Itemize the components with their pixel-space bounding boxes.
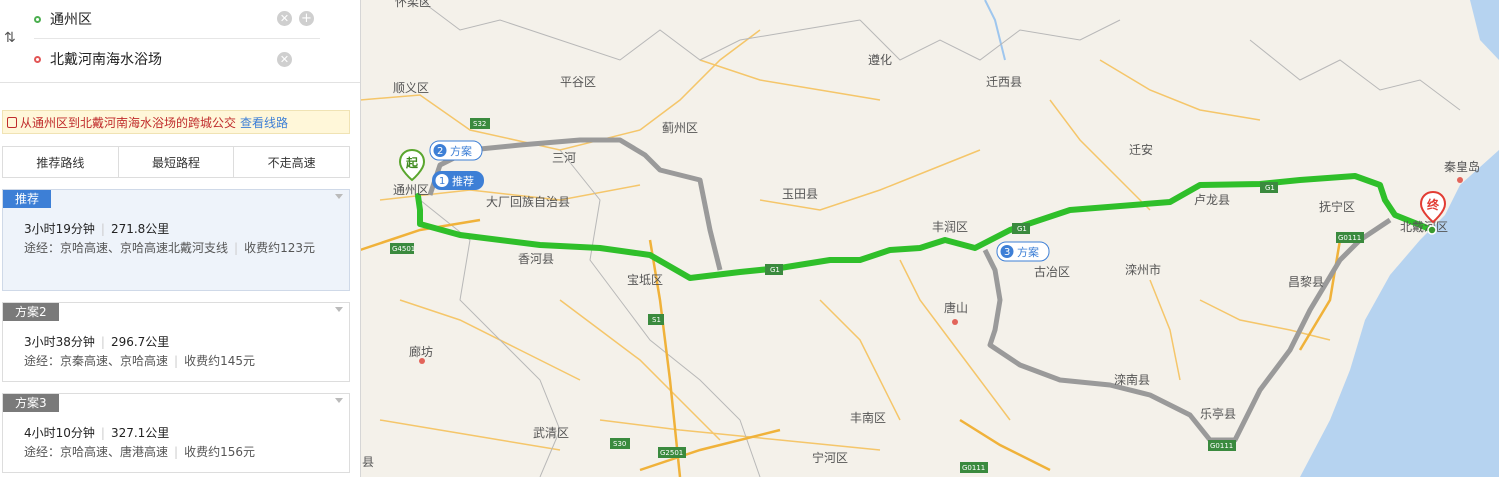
callout-number: 1 [439,176,445,187]
destination-text[interactable]: 北戴河南海水浴场 [50,49,162,69]
place-label: 宝坻区 [627,272,663,287]
callout-number: 3 [1004,247,1010,258]
clear-destination-icon[interactable]: ✕ [277,52,292,67]
place-label: 滦南县 [1114,372,1150,387]
route-via: 途经：京哈高速、京哈高速北戴河支线 [24,241,229,255]
destination-dot-icon [34,55,41,63]
expand-chevron-icon[interactable] [335,398,343,403]
expand-chevron-icon[interactable] [335,307,343,312]
place-label: 平谷区 [560,75,596,89]
route-summary: 3小时38分钟 | 296.7公里 [24,335,170,349]
directions-panel: ⇅ 通州区 ✕ + 北戴河南海水浴场 ✕ 从通州区到北戴河南海水浴场的跨城公交 … [0,0,361,477]
hw-shield: S30 [613,440,626,448]
hw-shield: G1 [1265,184,1275,192]
place-label: 武清区 [533,426,569,440]
route-time: 3小时38分钟 [24,335,95,349]
callout-number: 2 [437,146,443,157]
place-label: 秦皇岛 [1444,159,1480,174]
place-label: 唐山 [944,300,968,315]
tab-recommended[interactable]: 推荐路线 [3,147,118,177]
route-via: 途经：京哈高速、唐港高速 [24,445,169,459]
intercity-bus-tip: 从通州区到北戴河南海水浴场的跨城公交 查看线路 [2,110,350,134]
hw-shield: G2501 [660,449,683,457]
callout-label: 方案 [1017,245,1039,259]
route-detail: 途经：京哈高速、唐港高速 | 收费约156元 [24,445,255,459]
hw-shield: G1 [1017,225,1027,233]
place-label: 抚宁区 [1319,199,1355,214]
swap-vertical-icon[interactable]: ⇅ [4,30,16,46]
place-label: 迁安 [1129,142,1153,157]
route-search-box: ⇅ 通州区 ✕ + 北戴河南海水浴场 ✕ [0,0,360,83]
place-label: 蓟州区 [662,121,698,135]
route-toll: 收费约145元 [184,354,255,368]
place-label: 玉田县 [782,187,818,201]
route-summary: 4小时10分钟 | 327.1公里 [24,426,170,440]
route-detail: 途经：京秦高速、京哈高速 | 收费约145元 [24,354,255,368]
place-label: 北戴河区 [1400,219,1448,234]
place-label: 香河县 [518,252,554,266]
route-via: 途经：京秦高速、京哈高速 [24,354,169,368]
route-badge: 方案2 [3,303,59,321]
tab-shortest[interactable]: 最短路程 [117,147,234,177]
hw-shield: G1 [770,266,780,274]
route-detail: 途经：京哈高速、京哈高速北戴河支线 | 收费约123元 [24,241,315,255]
route-card-2[interactable]: 方案2 3小时38分钟 | 296.7公里 途经：京秦高速、京哈高速 | 收费约145元 [2,302,350,382]
bus-icon [7,116,17,128]
hw-shield: G4501 [392,245,415,253]
place-label: 顺义区 [393,81,429,95]
route-summary: 3小时19分钟 | 271.8公里 [24,222,170,236]
route-toll: 收费约123元 [244,241,315,255]
end-marker-label: 终 [1427,197,1440,212]
start-marker-label: 起 [405,155,419,170]
origin-dot-icon [34,15,41,23]
route-preference-tabs: 推荐路线 最短路程 不走高速 [2,146,350,178]
hw-shield: G0111 [1210,442,1233,450]
route-card-3[interactable]: 方案3 4小时10分钟 | 327.1公里 途经：京哈高速、唐港高速 | 收费约156元 [2,393,350,473]
route-distance: 271.8公里 [110,222,170,236]
place-label: 丰南区 [850,410,886,425]
route-distance: 296.7公里 [110,335,170,349]
place-label: 宁河区 [812,450,848,465]
hw-shield: S32 [473,120,486,128]
callout-route-2[interactable]: 2 方案 [429,140,483,161]
place-label: 通州区 [393,183,429,197]
place-label: 县 [362,455,374,469]
hw-shield: G0111 [1338,234,1361,242]
route-badge: 方案3 [3,394,59,412]
place-label: 三河 [552,151,576,165]
place-label: 怀柔区 [395,0,431,9]
route-time: 3小时19分钟 [24,222,95,236]
place-label: 乐亭县 [1200,406,1236,421]
place-label: 古冶区 [1034,264,1070,279]
origin-text[interactable]: 通州区 [50,9,92,29]
callout-label: 方案 [450,144,472,158]
place-label: 卢龙县 [1194,192,1230,207]
route-distance: 327.1公里 [110,426,170,440]
place-label: 大厂回族自治县 [486,195,570,209]
hw-shield: G0111 [962,464,985,472]
bus-tip-text: 从通州区到北戴河南海水浴场的跨城公交 [20,115,237,130]
route-badge: 推荐 [3,190,52,208]
place-label: 丰润区 [932,220,968,234]
expand-chevron-icon[interactable] [335,194,343,199]
place-label: 滦州市 [1125,262,1161,277]
hw-shield: S1 [652,316,661,324]
tab-no-highway[interactable]: 不走高速 [233,147,349,177]
view-bus-route-link[interactable]: 查看线路 [240,114,288,131]
callout-route-1[interactable]: 1 推荐 [432,171,484,190]
add-waypoint-icon[interactable]: + [299,11,314,26]
place-label: 迁西县 [986,75,1022,89]
route-toll: 收费约156元 [184,445,255,459]
callout-route-3[interactable]: 3 方案 [996,241,1050,262]
route-time: 4小时10分钟 [24,426,95,440]
callout-label: 推荐 [452,174,474,188]
place-label: 廊坊 [409,344,433,359]
place-label: 遵化 [868,52,892,67]
route-card-1[interactable]: 推荐 3小时19分钟 | 271.8公里 途经：京哈高速、京哈高速北戴河支线 | 收费约… [2,189,350,291]
place-label: 昌黎县 [1288,275,1324,289]
clear-origin-icon[interactable]: ✕ [277,11,292,26]
